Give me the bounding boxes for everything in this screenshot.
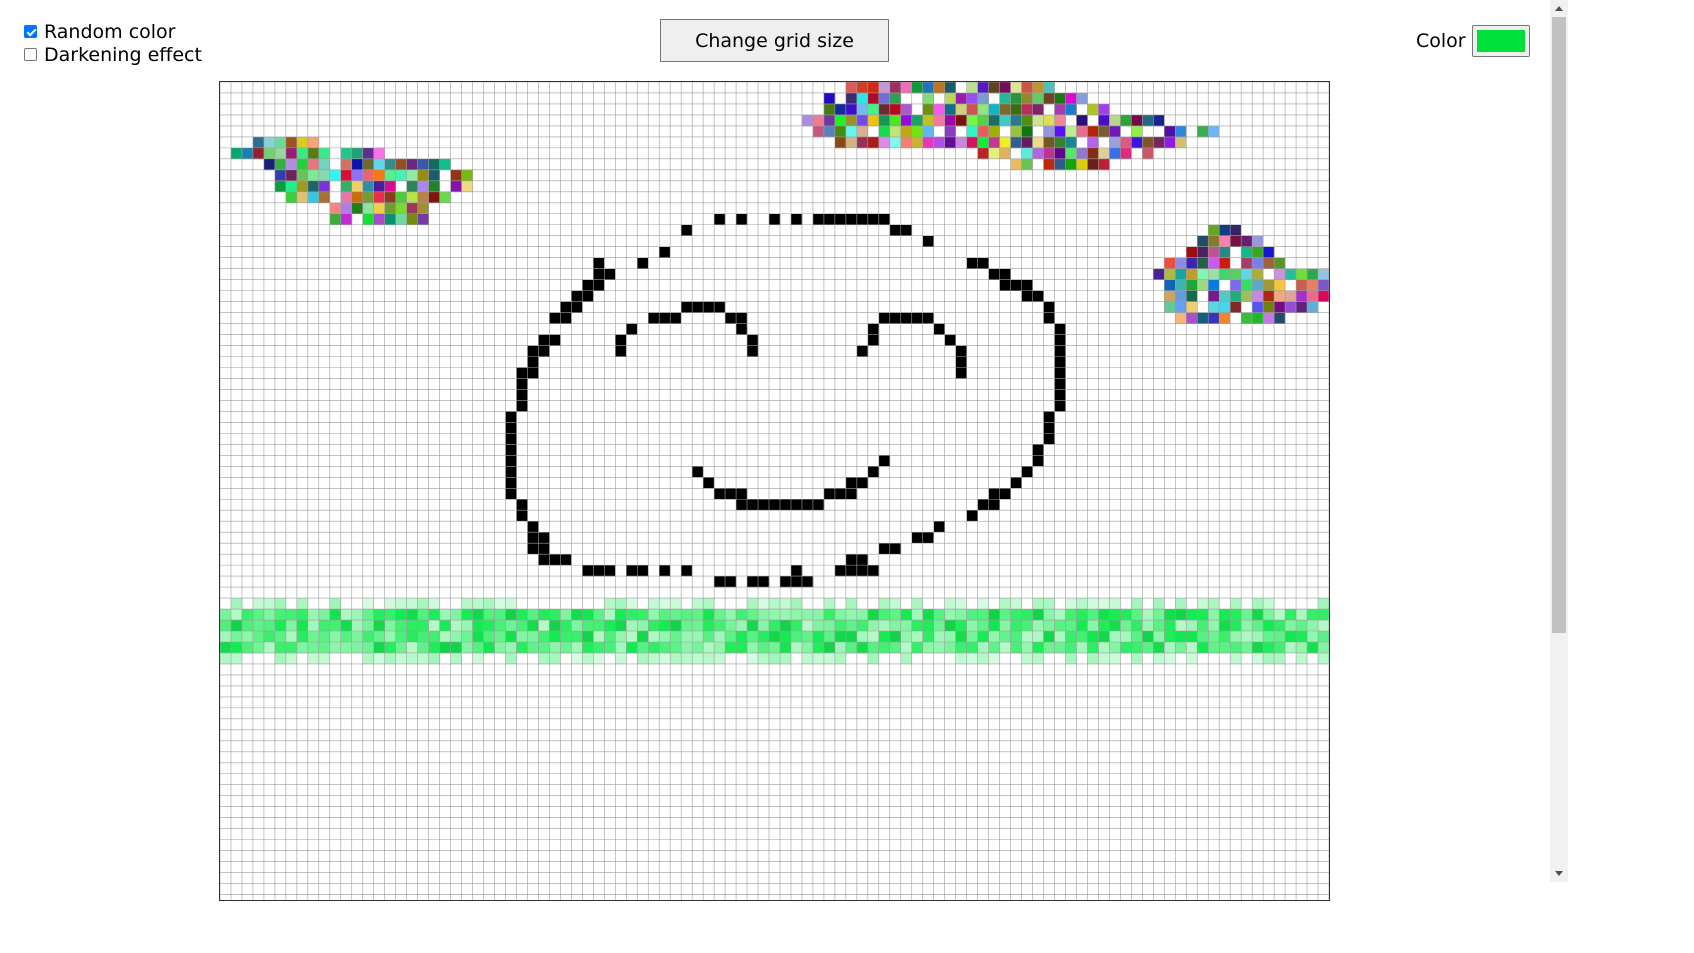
darkening-effect-checkbox[interactable] bbox=[24, 48, 37, 61]
scroll-up-arrow-icon[interactable] bbox=[1550, 0, 1568, 17]
color-picker-group: Color bbox=[1416, 25, 1530, 57]
random-color-option[interactable]: Random color bbox=[22, 20, 202, 43]
vertical-scrollbar[interactable] bbox=[1550, 0, 1568, 882]
change-grid-size-button[interactable]: Change grid size bbox=[660, 19, 889, 62]
painted-cells bbox=[220, 82, 1329, 665]
color-label: Color bbox=[1416, 30, 1466, 52]
scrollbar-thumb[interactable] bbox=[1552, 17, 1566, 633]
random-color-label[interactable]: Random color bbox=[44, 21, 176, 43]
sketch-grid-canvas[interactable] bbox=[220, 82, 1329, 900]
random-color-checkbox[interactable] bbox=[24, 25, 37, 38]
color-swatch bbox=[1476, 30, 1525, 52]
darkening-effect-option[interactable]: Darkening effect bbox=[22, 43, 202, 66]
darkening-effect-label[interactable]: Darkening effect bbox=[44, 44, 202, 66]
sketch-grid[interactable] bbox=[219, 81, 1330, 901]
scroll-down-arrow-icon[interactable] bbox=[1550, 865, 1568, 882]
color-picker-input[interactable] bbox=[1471, 25, 1530, 57]
options-panel: Random color Darkening effect bbox=[22, 20, 202, 66]
